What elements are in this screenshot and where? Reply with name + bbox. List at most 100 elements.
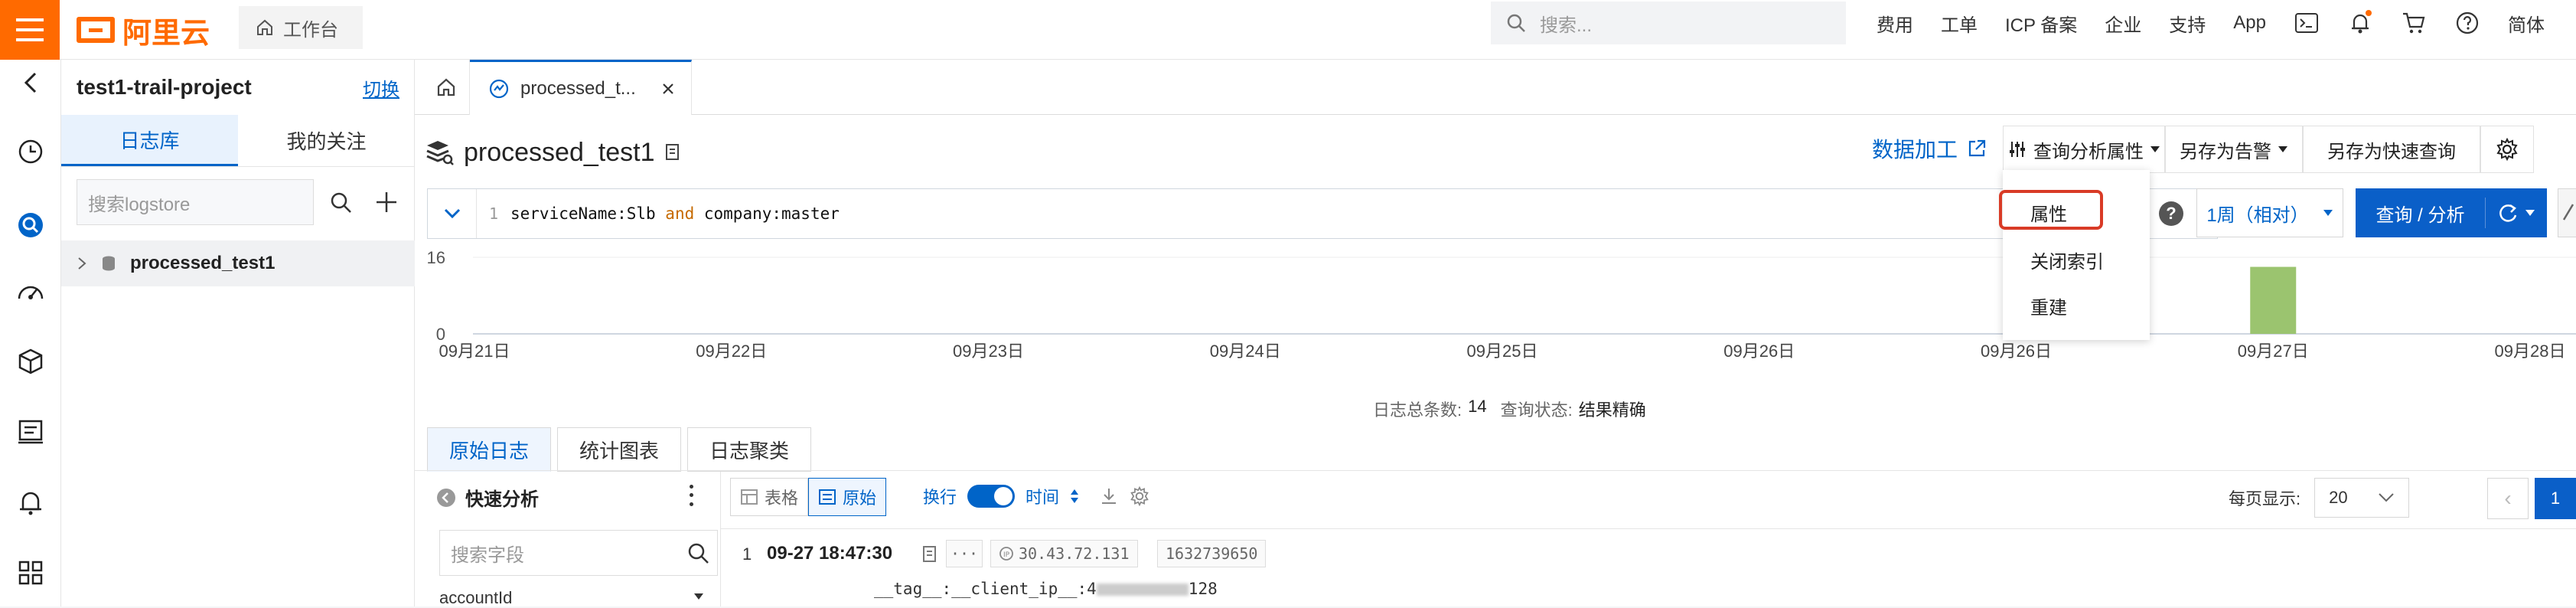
log-tag-line: __tag__:__client_ip__:4 128 (874, 580, 1218, 598)
time-sort-button[interactable]: 时间 (1026, 484, 1059, 508)
logstore-search-input[interactable]: 搜索logstore (77, 179, 314, 225)
caret-down-icon[interactable] (693, 593, 704, 600)
rail-history-button[interactable] (0, 129, 61, 175)
histogram-summary: 日志总条数: 14 查询状态: 结果精确 (1373, 397, 1646, 421)
nav-app[interactable]: App (2233, 12, 2266, 34)
close-icon[interactable] (660, 81, 676, 96)
gauge-icon (18, 286, 44, 299)
global-search-input[interactable]: 搜索... (1491, 2, 1846, 44)
add-logstore-button[interactable] (367, 179, 406, 225)
query-editor[interactable]: 1 serviceName:Slb and company:master ? (427, 188, 2218, 239)
save-as-quick-query-button[interactable]: 另存为快速查询 (2303, 126, 2480, 173)
cube-icon (18, 348, 43, 374)
tab-logstores[interactable]: 日志库 (61, 115, 238, 166)
query-collapse-button[interactable] (428, 189, 477, 238)
chevron-right-icon[interactable] (77, 256, 87, 271)
logstore-tree-item[interactable]: processed_test1 (61, 240, 415, 286)
nav-support[interactable]: 支持 (2169, 10, 2206, 37)
help-icon[interactable] (2454, 10, 2480, 36)
wrap-label: 换行 (923, 488, 957, 507)
log-search-icon (18, 213, 43, 237)
rail-report-button[interactable] (0, 409, 61, 455)
menu-item-close-index[interactable]: 关闭索引 (2030, 247, 2104, 273)
sort-icon[interactable] (1070, 488, 1079, 505)
query-line-number: 1 (489, 204, 499, 223)
rail-search-button[interactable] (0, 202, 61, 248)
y-tick-label: 16 (427, 248, 445, 267)
dot (689, 493, 693, 498)
nav-icp[interactable]: ICP 备案 (2005, 10, 2077, 37)
copy-icon[interactable] (921, 544, 938, 564)
chevron-down-icon (444, 208, 460, 219)
log-tag-suffix: 128 (1188, 580, 1218, 598)
left-icon-rail (0, 60, 61, 606)
tab-log-clustering[interactable]: 日志聚类 (687, 427, 812, 472)
query-attr-button[interactable]: 查询分析属性 (2003, 126, 2165, 173)
rail-apps-button[interactable] (0, 550, 61, 596)
bell-icon[interactable] (2347, 10, 2373, 36)
wrap-toggle-switch[interactable] (967, 485, 1016, 508)
table-view-button[interactable]: 表格 (730, 478, 809, 516)
rail-alert-button[interactable] (0, 479, 61, 525)
data-processing-link[interactable]: 数据加工 (1872, 133, 1987, 164)
filter-sliders-icon (2010, 142, 2025, 157)
tab-statistics-chart[interactable]: 统计图表 (557, 427, 682, 472)
logstore-search-button[interactable] (321, 179, 360, 225)
dot (689, 502, 693, 506)
copy-icon[interactable] (664, 142, 681, 162)
brand-name: 阿里云 (122, 17, 210, 50)
prev-page-button[interactable]: ‹ (2487, 478, 2529, 519)
more-options-icon[interactable] (680, 482, 703, 508)
search-icon[interactable] (686, 541, 709, 564)
search-icon (331, 192, 351, 213)
caret-down-icon (2278, 146, 2287, 152)
workbench-button[interactable]: 工作台 (239, 6, 363, 49)
gear-icon[interactable] (1130, 486, 1149, 506)
home-tab[interactable] (422, 60, 470, 115)
page-size-select[interactable]: 20 (2314, 478, 2410, 518)
time-range-select[interactable]: 1周（相对） (2196, 188, 2343, 237)
back-button[interactable] (0, 60, 61, 106)
chevron-left-icon (24, 72, 37, 93)
aliyun-logo[interactable]: 阿里云 (77, 5, 210, 55)
language-switch[interactable]: 简体 (2508, 10, 2545, 37)
rail-dashboard-button[interactable] (0, 270, 61, 315)
query-analyze-button[interactable]: 查询 / 分析 (2356, 188, 2547, 237)
alarm-bell-icon (20, 492, 41, 515)
home-icon (437, 78, 455, 96)
timestamp-chip: 1632739650 (1157, 540, 1267, 567)
tab-raw-logs[interactable]: 原始日志 (427, 427, 552, 472)
collapse-left-icon[interactable] (436, 488, 456, 508)
hamburger-menu-button[interactable] (0, 0, 60, 60)
more-tools-button[interactable] (2558, 188, 2576, 237)
query-text[interactable]: serviceName:Slb and company:master (510, 189, 840, 238)
cart-icon[interactable] (2401, 10, 2427, 36)
rail-cube-button[interactable] (0, 338, 61, 384)
logstore-name: processed_test1 (130, 253, 276, 273)
nav-ticket[interactable]: 工单 (1941, 10, 1978, 37)
settings-button[interactable] (2480, 126, 2534, 173)
field-search-input[interactable]: 搜索字段 (439, 530, 718, 576)
nav-enterprise[interactable]: 企业 (2105, 10, 2141, 37)
raw-view-button[interactable]: 原始 (808, 478, 887, 516)
x-tick-label: 09月24日 (1210, 342, 1281, 360)
tab-my-favorites[interactable]: 我的关注 (238, 115, 415, 166)
download-icon[interactable] (1099, 486, 1119, 506)
switch-project-link[interactable]: 切换 (363, 74, 399, 101)
save-as-alert-button[interactable]: 另存为告警 (2165, 126, 2303, 173)
x-tick-label: 09月26日 (1981, 342, 2052, 360)
svg-text:IP: IP (1003, 551, 1010, 559)
page-1-button[interactable]: 1 (2535, 478, 2576, 519)
auto-refresh-button[interactable] (2486, 202, 2547, 224)
terminal-icon[interactable] (2294, 10, 2320, 36)
tab-processed-test1[interactable]: processed_t... (470, 60, 692, 115)
ip-icon: IP (999, 547, 1013, 561)
field-item-accountid[interactable]: accountId (439, 588, 512, 608)
nav-billing[interactable]: 费用 (1877, 10, 1913, 37)
more-actions-button[interactable]: ··· (946, 540, 983, 567)
caret-down-icon (2323, 210, 2333, 216)
query-help-icon[interactable]: ? (2159, 201, 2183, 226)
menu-item-rebuild[interactable]: 重建 (2030, 293, 2067, 319)
query-analyze-label: 查询 / 分析 (2375, 204, 2465, 226)
search-icon (1507, 14, 1525, 32)
